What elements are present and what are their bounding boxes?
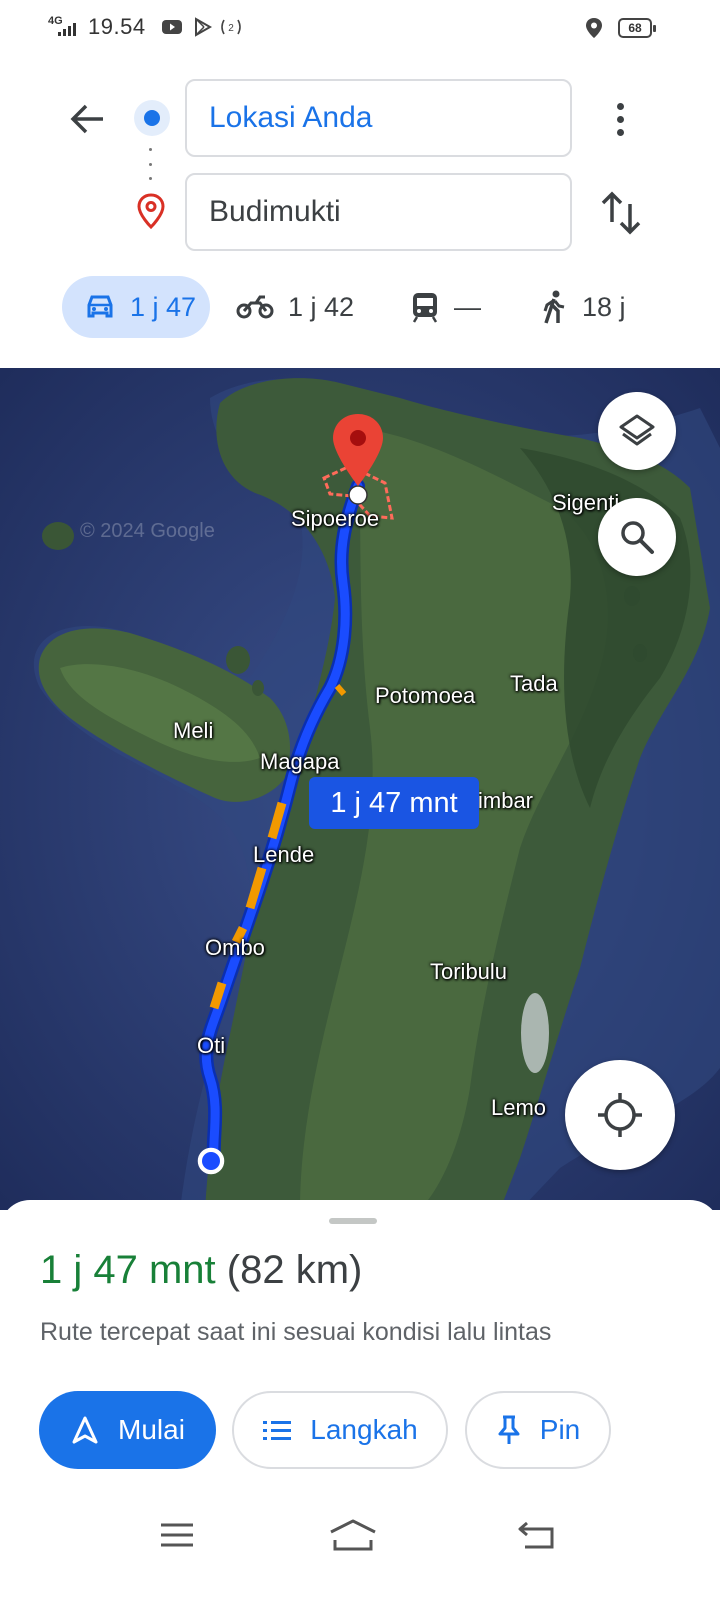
place-label-oti[interactable]: Oti [197,1033,225,1059]
place-label-sipoeroe[interactable]: Sipoeroe [291,506,379,532]
back-icon [518,1521,554,1549]
mode-motorcycle-tab[interactable]: 1 j 42 [236,276,354,338]
swap-directions-button[interactable] [598,188,644,238]
destination-field-value: Budimukti [209,195,341,228]
origin-dot-icon [134,100,170,136]
pushpin-icon [498,1415,520,1444]
sheet-drag-handle[interactable] [329,1218,377,1224]
pin-button[interactable]: Pin [465,1391,611,1469]
back-button[interactable] [62,94,112,144]
layers-button[interactable] [598,392,676,470]
route-description: Rute tercepat saat ini sesuai kondisi la… [40,1318,552,1346]
place-label-toribulu[interactable]: Toribulu [430,959,507,985]
battery-indicator: 68 [618,18,656,38]
mode-motorcycle-time: 1 j 42 [288,291,355,322]
place-label-ombo[interactable]: Ombo [205,935,265,961]
map-watermark: © 2024 Google [80,520,215,542]
back-system-button[interactable] [507,1510,567,1560]
search-icon [621,521,654,554]
start-label: Mulai [118,1414,185,1445]
route-summary: 1 j 47 mnt (82 km) [40,1248,362,1293]
recents-button[interactable] [147,1510,207,1560]
place-label-magapa[interactable]: Magapa [260,749,340,775]
origin-field-value: Lokasi Anda [209,101,373,134]
pin-label: Pin [539,1414,581,1445]
more-options-button[interactable] [600,94,640,144]
train-icon [412,293,438,323]
home-button[interactable] [323,1510,383,1560]
layers-icon [619,414,655,446]
my-location-icon [598,1093,642,1137]
hotspot-icon: 2 [221,19,241,35]
place-label-potomoea[interactable]: Potomoea [375,683,475,709]
motorcycle-icon [236,295,274,319]
route-duration-label[interactable]: 1 j 47 mnt [309,777,479,829]
place-label-meli[interactable]: Meli [173,718,213,744]
mode-transit-tab[interactable]: — [410,276,481,338]
signal-icon [58,22,76,36]
navigation-arrow-icon [72,1416,98,1444]
youtube-icon [162,20,182,34]
mode-car-tab[interactable]: 1 j 47 [62,276,210,338]
steps-button[interactable]: Langkah [232,1391,448,1469]
location-status-icon [586,18,602,38]
mode-transit-time: — [454,291,481,322]
my-location-button[interactable] [565,1060,675,1170]
mode-car-time: 1 j 47 [130,291,197,322]
mode-walk-tab[interactable]: 18 j [540,276,626,338]
play-store-icon [195,17,213,37]
menu-icon [161,1523,193,1547]
clock: 19.54 [88,14,146,39]
start-navigation-button[interactable]: Mulai [39,1391,216,1469]
place-label-lemo[interactable]: Lemo [491,1095,546,1121]
status-bar: 4G 19.54 2 68 [0,0,720,56]
map-view[interactable]: © 2024 Google Sipoeroe Sigenti Potomoea … [0,368,720,1210]
origin-field[interactable]: Lokasi Anda [185,79,572,157]
mode-walk-time: 18 j [582,291,626,322]
place-label-tada[interactable]: Tada [510,671,558,697]
destination-pin-icon [137,193,165,230]
arrow-back-icon [70,104,103,134]
route-connector-icon [149,148,153,180]
system-navigation-bar [0,1500,720,1600]
maps-directions-screen: 4G 19.54 2 68 Lokasi Anda Budimukti 1 j … [0,0,720,1600]
steps-label: Langkah [310,1414,418,1445]
route-duration: 1 j 47 mnt [40,1248,216,1292]
place-label-timbar[interactable]: imbar [478,788,533,814]
destination-field[interactable]: Budimukti [185,173,572,251]
place-label-lende[interactable]: Lende [253,842,314,868]
search-along-route-button[interactable] [598,498,676,576]
list-icon [263,1421,292,1440]
home-icon [330,1519,376,1551]
car-icon [87,295,113,318]
svg-text:2: 2 [228,23,234,34]
route-distance: (82 km) [226,1248,363,1292]
walk-icon [543,290,565,324]
